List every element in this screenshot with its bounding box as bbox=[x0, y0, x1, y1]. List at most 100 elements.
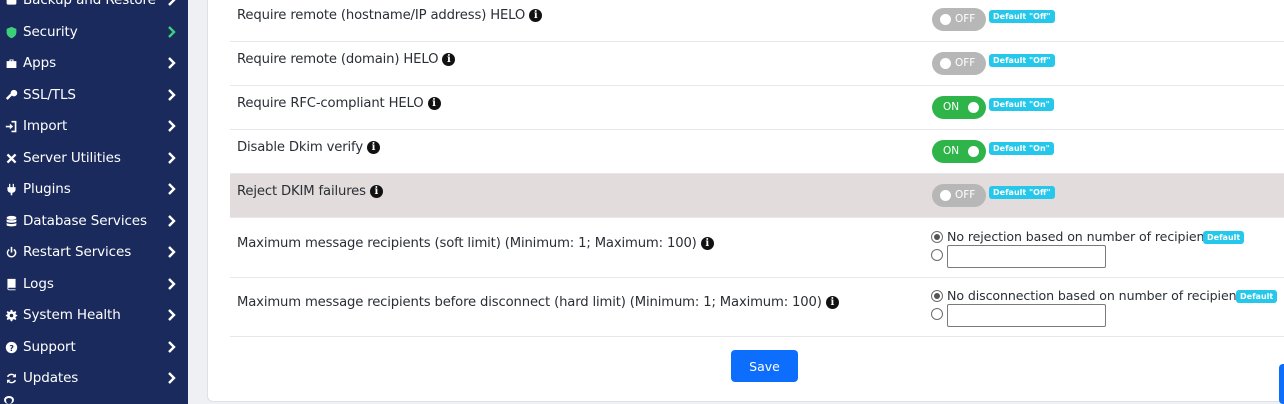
svg-text:?: ? bbox=[9, 342, 14, 352]
toggle-knob bbox=[940, 190, 951, 201]
toggle-switch[interactable]: ON bbox=[932, 96, 986, 119]
sidebar-item-support[interactable]: ? Support bbox=[0, 333, 188, 361]
default-badge: Default "Off" bbox=[989, 10, 1055, 23]
toggle-knob bbox=[940, 58, 951, 69]
radio-button-custom[interactable] bbox=[931, 249, 943, 261]
setting-row-require-remote-hostname-helo: Require remote (hostname/IP address) HEL… bbox=[230, 0, 1284, 42]
default-badge: Default "Off" bbox=[989, 54, 1055, 67]
gear-icon bbox=[4, 308, 18, 322]
radio-button-custom[interactable] bbox=[931, 308, 943, 320]
chevron-right-icon bbox=[165, 372, 177, 384]
setting-row-require-rfc-compliant-helo: Require RFC-compliant HELO i ON Default … bbox=[230, 86, 1284, 130]
setting-label: Reject DKIM failures i bbox=[237, 184, 383, 199]
sidebar-item-plugins[interactable]: Plugins bbox=[0, 175, 188, 203]
chevron-right-icon bbox=[165, 246, 177, 258]
toggle-switch[interactable]: OFF bbox=[932, 52, 986, 75]
shield-icon bbox=[4, 25, 18, 39]
chevron-right-icon bbox=[165, 183, 177, 195]
radio-button-checked[interactable] bbox=[931, 230, 943, 243]
import-icon bbox=[4, 119, 18, 133]
info-icon[interactable]: i bbox=[825, 296, 839, 309]
default-badge: Default "Off" bbox=[989, 186, 1055, 199]
setting-row-max-recipients-hard-limit: Maximum message recipients before discon… bbox=[230, 278, 1284, 337]
chevron-right-icon bbox=[165, 57, 177, 69]
radio-option-default[interactable]: No rejection based on number of recipien… bbox=[931, 229, 1216, 244]
setting-label: Maximum message recipients before discon… bbox=[237, 295, 839, 310]
setting-label: Disable Dkim verify i bbox=[237, 140, 380, 155]
sidebar-item-label: Logs bbox=[23, 276, 54, 292]
sidebar-item-label: Backup and Restore bbox=[23, 0, 156, 8]
limit-input[interactable] bbox=[947, 304, 1106, 327]
toggle-switch[interactable]: ON bbox=[932, 140, 986, 163]
sidebar-item-server-utilities[interactable]: Server Utilities bbox=[0, 144, 188, 172]
sidebar-item-database-services[interactable]: Database Services bbox=[0, 207, 188, 235]
radio-option-default[interactable]: No disconnection based on number of reci… bbox=[931, 288, 1248, 303]
sidebar-item-label: System Health bbox=[23, 307, 121, 323]
power-icon bbox=[4, 245, 18, 259]
briefcase-icon bbox=[4, 56, 18, 70]
backup-icon bbox=[4, 0, 18, 7]
setting-row-disable-dkim-verify: Disable Dkim verify i ON Default "On" bbox=[230, 130, 1284, 174]
limit-input[interactable] bbox=[947, 245, 1106, 268]
chevron-right-icon bbox=[165, 215, 177, 227]
toggle-knob bbox=[968, 146, 979, 157]
save-button[interactable]: Save bbox=[731, 350, 798, 382]
chevron-right-icon bbox=[165, 309, 177, 321]
default-badge: Default bbox=[1236, 290, 1278, 303]
radio-button-checked[interactable] bbox=[931, 289, 943, 302]
sidebar-item-label: Apps bbox=[23, 55, 57, 71]
sidebar-item-system-health[interactable]: System Health bbox=[0, 301, 188, 329]
tools-icon bbox=[4, 151, 18, 165]
setting-label: Require remote (domain) HELO i bbox=[237, 52, 456, 67]
setting-row-reject-dkim-failures: Reject DKIM failures i OFF Default "Off" bbox=[230, 174, 1284, 218]
database-icon bbox=[4, 214, 18, 228]
info-icon[interactable]: i bbox=[529, 9, 543, 22]
chevron-right-icon bbox=[165, 152, 177, 164]
partial-icon bbox=[4, 396, 14, 404]
question-icon: ? bbox=[4, 340, 18, 354]
setting-label: Require remote (hostname/IP address) HEL… bbox=[237, 8, 543, 23]
sidebar-item-logs[interactable]: Logs bbox=[0, 270, 188, 298]
toggle-knob bbox=[940, 14, 951, 25]
default-badge: Default bbox=[1203, 231, 1245, 244]
sidebar-item-label: Import bbox=[23, 118, 68, 134]
sidebar-item-import[interactable]: Import bbox=[0, 112, 188, 140]
toggle-switch[interactable]: OFF bbox=[932, 184, 986, 207]
info-icon[interactable]: i bbox=[442, 53, 456, 66]
default-badge: Default "On" bbox=[989, 98, 1054, 111]
floating-tab-button[interactable] bbox=[1279, 364, 1284, 404]
sidebar-item-updates[interactable]: Updates bbox=[0, 364, 188, 392]
key-icon bbox=[4, 88, 18, 102]
sidebar-item-backup-and-restore[interactable]: Backup and Restore bbox=[0, 0, 188, 14]
setting-row-max-recipients-soft-limit: Maximum message recipients (soft limit) … bbox=[230, 218, 1284, 278]
chevron-right-icon bbox=[165, 89, 177, 101]
book-icon bbox=[4, 277, 18, 291]
sidebar-item-label: Security bbox=[23, 24, 78, 40]
setting-label: Require RFC-compliant HELO i bbox=[237, 96, 441, 111]
sidebar-item-label: Database Services bbox=[23, 213, 147, 229]
setting-label: Maximum message recipients (soft limit) … bbox=[237, 236, 714, 251]
info-icon[interactable]: i bbox=[366, 141, 380, 154]
chevron-right-icon bbox=[165, 26, 177, 38]
chevron-right-icon bbox=[165, 0, 177, 6]
refresh-icon bbox=[4, 371, 18, 385]
sidebar-item-label: Server Utilities bbox=[23, 150, 121, 166]
sidebar-item-label: SSL/TLS bbox=[23, 87, 76, 103]
sidebar-item-label: Plugins bbox=[23, 181, 71, 197]
info-icon[interactable]: i bbox=[369, 185, 383, 198]
setting-row-require-remote-domain-helo: Require remote (domain) HELO i OFF Defau… bbox=[230, 42, 1284, 86]
sidebar-item-ssl-tls[interactable]: SSL/TLS bbox=[0, 81, 188, 109]
chevron-right-icon bbox=[165, 341, 177, 353]
sidebar: Backup and Restore Security Apps SSL/TLS… bbox=[0, 0, 188, 404]
info-icon[interactable]: i bbox=[427, 97, 441, 110]
plug-icon bbox=[4, 182, 18, 196]
sidebar-item-security[interactable]: Security bbox=[0, 18, 188, 46]
sidebar-item-restart-services[interactable]: Restart Services bbox=[0, 238, 188, 266]
sidebar-item-label: Support bbox=[23, 339, 76, 355]
info-icon[interactable]: i bbox=[700, 237, 714, 250]
toggle-knob bbox=[968, 102, 979, 113]
toggle-switch[interactable]: OFF bbox=[932, 8, 986, 31]
chevron-right-icon bbox=[165, 120, 177, 132]
sidebar-item-label: Restart Services bbox=[23, 244, 132, 260]
sidebar-item-apps[interactable]: Apps bbox=[0, 49, 188, 77]
